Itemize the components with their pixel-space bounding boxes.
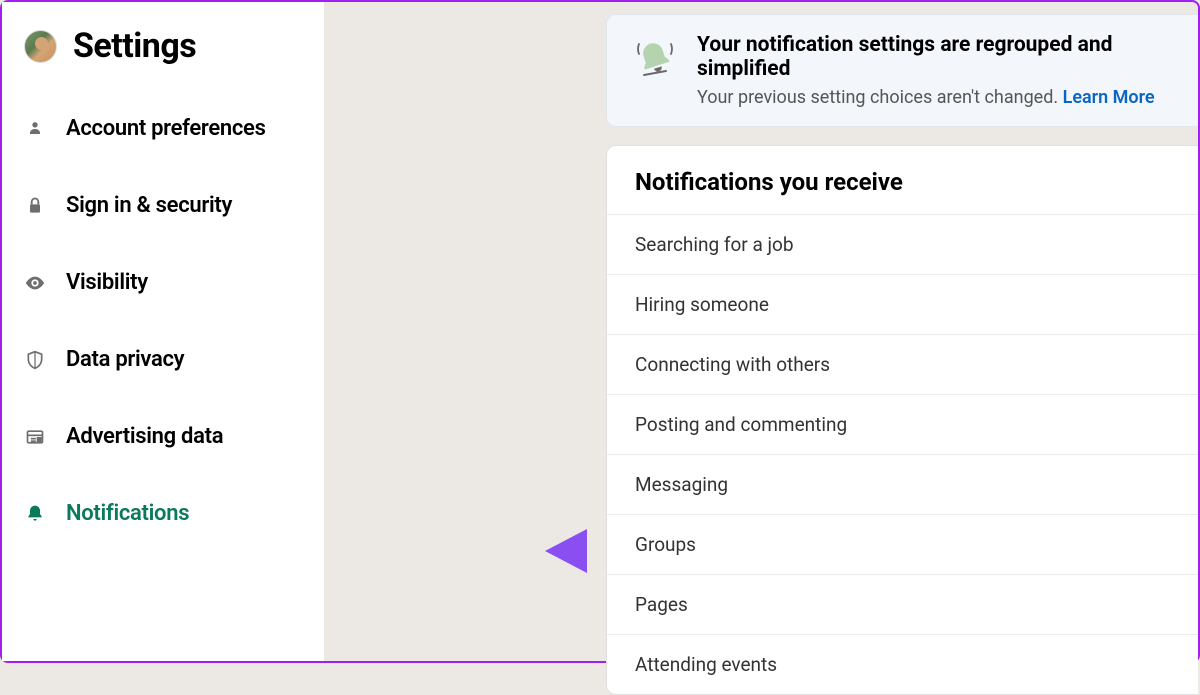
sidebar-item-account-preferences[interactable]: Account preferences: [2, 90, 324, 167]
shield-icon: [24, 349, 46, 371]
sidebar-item-label: Account preferences: [66, 116, 266, 141]
person-icon: [24, 118, 46, 140]
newspaper-icon: [24, 426, 46, 448]
list-item[interactable]: Hiring someone: [607, 274, 1198, 334]
list-item[interactable]: Groups: [607, 514, 1198, 574]
banner-title: Your notification settings are regrouped…: [697, 33, 1174, 81]
list-item[interactable]: Messaging: [607, 454, 1198, 514]
main-content: Your notification settings are regrouped…: [324, 2, 1198, 661]
sidebar-item-label: Data privacy: [66, 347, 184, 372]
list-item[interactable]: Attending events: [607, 634, 1198, 694]
sidebar-item-visibility[interactable]: Visibility: [2, 244, 324, 321]
avatar[interactable]: [24, 30, 57, 63]
sidebar-item-advertising-data[interactable]: Advertising data: [2, 398, 324, 475]
banner-content: Your notification settings are regrouped…: [697, 33, 1174, 108]
page-title: Settings: [73, 26, 196, 66]
sidebar-item-label: Advertising data: [66, 424, 223, 449]
sidebar-header: Settings: [2, 22, 324, 90]
sidebar-item-label: Visibility: [66, 270, 148, 295]
bell-icon: [24, 503, 46, 525]
list-item[interactable]: Posting and commenting: [607, 394, 1198, 454]
sidebar-item-data-privacy[interactable]: Data privacy: [2, 321, 324, 398]
sidebar-item-notifications[interactable]: Notifications: [2, 475, 324, 552]
list-item[interactable]: Searching for a job: [607, 214, 1198, 274]
settings-sidebar: Settings Account preferences Sign in & s…: [2, 2, 324, 661]
learn-more-link[interactable]: Learn More: [1063, 87, 1155, 108]
notifications-panel: Notifications you receive Searching for …: [606, 145, 1198, 695]
sidebar-item-label: Sign in & security: [66, 193, 232, 218]
info-banner: Your notification settings are regrouped…: [606, 14, 1198, 127]
banner-subtitle: Your previous setting choices aren't cha…: [697, 87, 1174, 108]
panel-title: Notifications you receive: [607, 146, 1198, 214]
list-item[interactable]: Pages: [607, 574, 1198, 634]
sidebar-item-sign-in-security[interactable]: Sign in & security: [2, 167, 324, 244]
bell-ringing-icon: [631, 35, 679, 83]
lock-icon: [24, 195, 46, 217]
sidebar-item-label: Notifications: [66, 501, 189, 526]
list-item[interactable]: Connecting with others: [607, 334, 1198, 394]
eye-icon: [24, 272, 46, 294]
